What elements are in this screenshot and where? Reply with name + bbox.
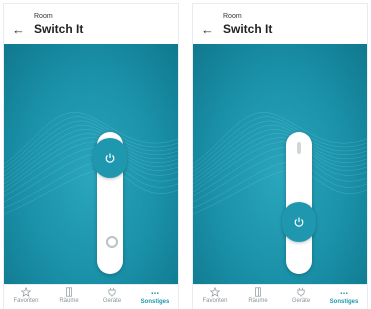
nav-geraete[interactable]: Geräte (281, 287, 321, 304)
device-scene (4, 44, 178, 284)
nav-favoriten[interactable]: Favoriten (195, 287, 235, 304)
nav-label: Geräte (291, 298, 311, 304)
plug-icon (108, 287, 116, 297)
page-title: Switch It (34, 22, 84, 36)
wave-background-icon (193, 112, 367, 215)
nav-label: Räume (59, 298, 79, 304)
star-icon (21, 287, 31, 297)
status-indicator (106, 236, 118, 248)
nav-geraete[interactable]: Geräte (92, 287, 132, 304)
room-label: Room (34, 13, 53, 20)
door-icon (66, 287, 72, 297)
status-indicator (297, 142, 301, 154)
switch-track[interactable] (93, 132, 127, 274)
more-icon: ... (150, 286, 160, 297)
switch-track[interactable] (282, 132, 316, 274)
screen-switch-off: ← Room Switch It Favoriten Räume Geräte … (193, 4, 367, 309)
plug-icon (297, 287, 305, 297)
nav-label: Sonstiges (329, 299, 359, 305)
nav-label: Sonstiges (140, 299, 170, 305)
back-arrow-icon[interactable]: ← (201, 23, 214, 36)
star-icon (210, 287, 220, 297)
switch-knob[interactable] (93, 138, 127, 178)
more-icon: ... (339, 286, 349, 297)
page-title: Switch It (223, 22, 273, 36)
nav-raeume[interactable]: Räume (238, 287, 278, 304)
back-arrow-icon[interactable]: ← (12, 23, 25, 36)
door-icon (255, 287, 261, 297)
nav-label: Favoriten (202, 298, 228, 304)
power-icon (105, 153, 115, 163)
bottom-nav: Favoriten Räume Geräte ... Sonstiges (4, 284, 178, 309)
screen-switch-on: ← Room Switch It Favoriten Räume Geräte … (4, 4, 178, 309)
app-header: ← Room Switch It (193, 4, 367, 44)
bottom-nav: Favoriten Räume Geräte ... Sonstiges (193, 284, 367, 309)
switch-knob[interactable] (282, 202, 316, 242)
nav-favoriten[interactable]: Favoriten (6, 287, 46, 304)
nav-sonstiges[interactable]: ... Sonstiges (324, 286, 364, 306)
wave-background-icon (4, 112, 178, 215)
app-header: ← Room Switch It (4, 4, 178, 44)
nav-label: Favoriten (13, 298, 39, 304)
nav-raeume[interactable]: Räume (49, 287, 89, 304)
device-scene (193, 44, 367, 284)
nav-label: Geräte (102, 298, 122, 304)
power-icon (294, 217, 304, 227)
room-label: Room (223, 13, 242, 20)
nav-label: Räume (248, 298, 268, 304)
nav-sonstiges[interactable]: ... Sonstiges (135, 286, 175, 306)
